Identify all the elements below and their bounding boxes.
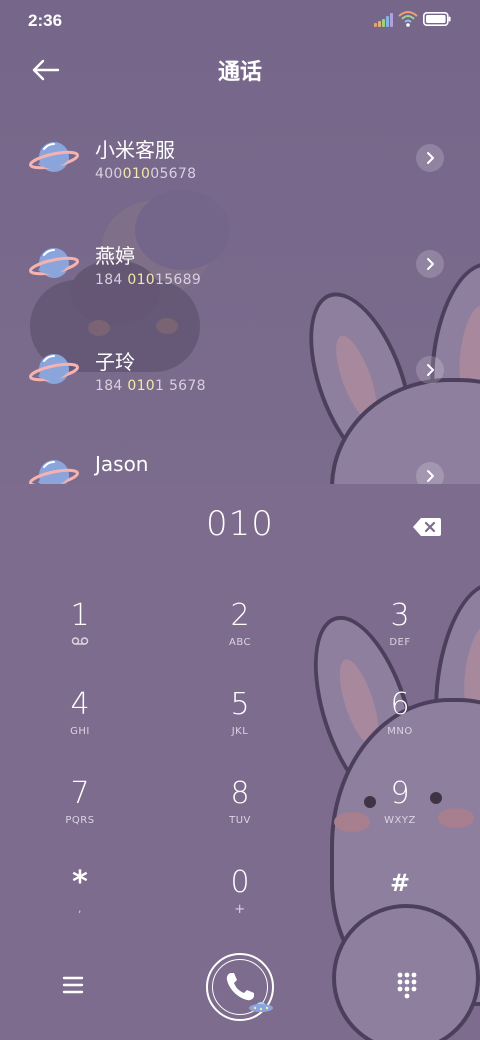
chevron-right-icon [427, 364, 434, 376]
contact-row[interactable]: Jason [0, 422, 480, 484]
key-digit: 9 [390, 776, 410, 811]
key-digit: 5 [230, 687, 250, 722]
wifi-icon [398, 11, 418, 27]
key-digit: # [389, 869, 411, 897]
key-letters: MNO [387, 726, 413, 737]
key-letters: + [234, 902, 246, 917]
key-letters: JKL [231, 726, 249, 737]
number-match-highlight: 010 [127, 378, 155, 394]
key-6[interactable]: 6 MNO [340, 687, 460, 767]
contact-row[interactable]: 小米客服 40001005678 [0, 104, 480, 210]
voicemail-icon [20, 636, 140, 651]
delete-button[interactable] [412, 516, 442, 538]
chevron-right-icon [427, 152, 434, 164]
page-title: 通话 [217, 60, 262, 85]
key-3[interactable]: 3 DEF [340, 598, 460, 678]
planet-avatar-icon [28, 248, 80, 278]
key-letters: GHI [70, 726, 90, 737]
contact-detail-button[interactable] [416, 144, 444, 172]
key-2[interactable]: 2 ABC [180, 598, 300, 678]
key-0[interactable]: 0 + [180, 865, 300, 945]
backspace-icon [413, 518, 441, 536]
arrow-left-icon [32, 59, 60, 81]
key-8[interactable]: 8 TUV [180, 776, 300, 856]
key-digit: 6 [390, 687, 410, 722]
menu-icon [62, 976, 84, 994]
contact-name: 小米客服 [95, 138, 175, 162]
signal-icon [374, 13, 394, 27]
planet-avatar-icon [28, 460, 80, 484]
number-match-highlight: 010 [127, 272, 155, 288]
contact-row[interactable]: 燕婷 184 01015689 [0, 210, 480, 316]
key-9[interactable]: 9 WXYZ [340, 776, 460, 856]
key-hash[interactable]: # [340, 865, 460, 945]
ufo-icon [249, 1002, 273, 1012]
number-match-highlight: 010 [122, 166, 151, 182]
key-4[interactable]: 4 GHI [20, 687, 140, 767]
contact-name: Jason [95, 452, 149, 476]
key-digit: 1 [70, 598, 90, 633]
contact-list: 小米客服 40001005678 燕婷 184 01015689 子玲 184 … [0, 104, 480, 484]
key-digit: 8 [230, 776, 250, 811]
key-5[interactable]: 5 JKL [180, 687, 300, 767]
chevron-right-icon [427, 258, 434, 270]
status-bar: 2:36 [0, 0, 480, 40]
dialed-number-display[interactable]: 010 [140, 504, 340, 544]
menu-button[interactable] [58, 972, 88, 998]
planet-avatar-icon [28, 142, 80, 172]
contact-detail-button[interactable] [416, 250, 444, 278]
key-digit: 4 [70, 687, 90, 722]
key-digit: 3 [390, 598, 410, 633]
contact-number: 184 0101 5678 [95, 378, 206, 394]
status-time: 2:36 [28, 11, 63, 30]
chevron-right-icon [427, 470, 434, 482]
key-digit: 7 [70, 776, 90, 811]
key-digit: * [72, 865, 88, 900]
key-letters: DEF [389, 637, 411, 648]
call-button[interactable] [206, 953, 274, 1021]
key-letters: WXYZ [384, 815, 416, 826]
dialpad-icon [397, 972, 417, 999]
key-7[interactable]: 7 PQRS [20, 776, 140, 856]
back-button[interactable] [30, 56, 62, 84]
key-star[interactable]: * , [20, 865, 140, 945]
contact-row[interactable]: 子玲 184 0101 5678 [0, 316, 480, 422]
key-letters: , [78, 904, 82, 915]
key-digit: 0 [230, 865, 250, 900]
dialpad: 1 2 ABC 3 DEF 4 GHI 5 JKL 6 MNO 7 PQRS 8… [0, 580, 480, 930]
contact-number: 184 01015689 [95, 272, 202, 288]
contact-name: 子玲 [95, 350, 135, 374]
contact-detail-button[interactable] [416, 462, 444, 484]
key-letters: PQRS [65, 815, 95, 826]
key-1[interactable]: 1 [20, 598, 140, 678]
battery-icon [423, 12, 451, 26]
contact-name: 燕婷 [95, 244, 135, 268]
contact-number: 40001005678 [95, 166, 197, 182]
key-letters: TUV [229, 815, 251, 826]
contact-detail-button[interactable] [416, 356, 444, 384]
key-digit: 2 [230, 598, 250, 633]
key-letters: ABC [228, 637, 251, 648]
planet-avatar-icon [28, 354, 80, 384]
keypad-toggle-button[interactable] [394, 970, 420, 1000]
